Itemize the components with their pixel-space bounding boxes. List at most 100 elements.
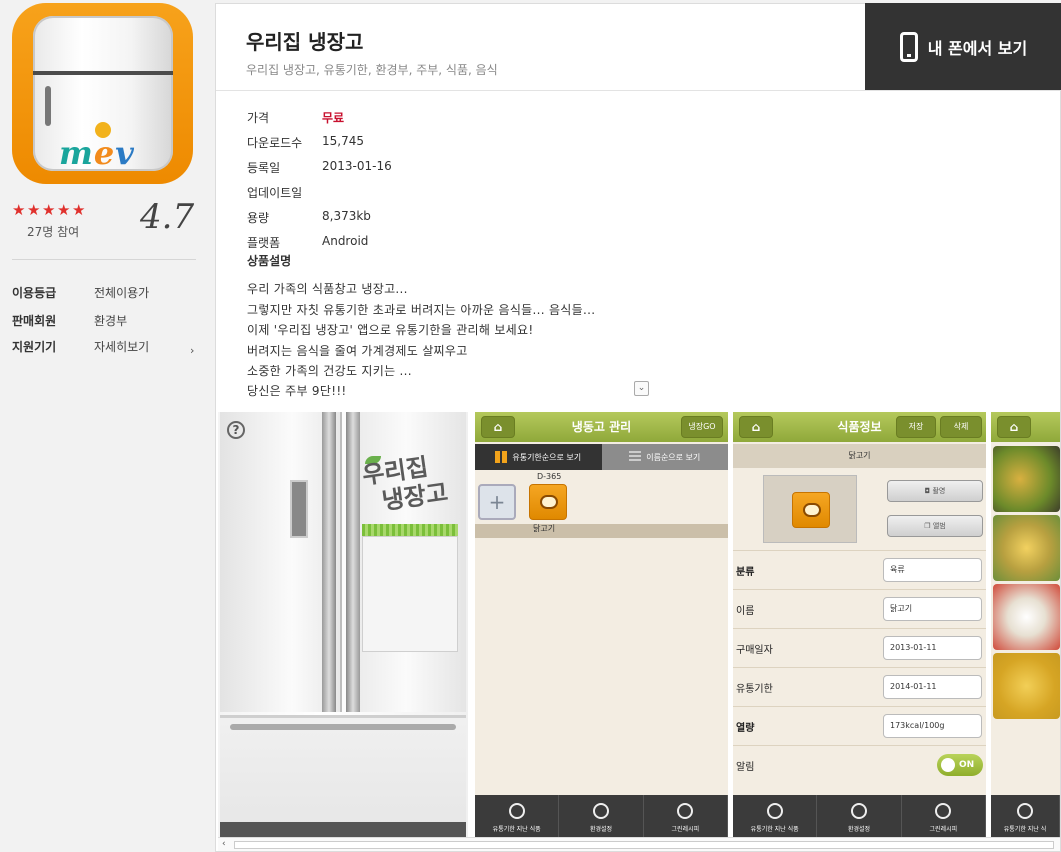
smartphone-icon bbox=[899, 32, 918, 62]
page-title: 우리집 냉장고 bbox=[246, 30, 364, 54]
save-button: 저장 bbox=[896, 416, 936, 438]
app-topbar: 식품정보 ⌂ 저장 삭제 bbox=[733, 412, 986, 442]
info-updated: 업데이트일 bbox=[247, 186, 303, 200]
dday-badge: D-365 bbox=[537, 472, 562, 481]
nav-expired: 유통기한 지난 식 bbox=[991, 795, 1060, 837]
form-row-expiry: 유통기한 2014-01-11 bbox=[733, 667, 986, 706]
rating-value: 4.7 bbox=[140, 197, 195, 237]
recipe-thumbnail bbox=[993, 584, 1060, 650]
nav-settings: 환경설정 bbox=[559, 795, 644, 837]
sort-tabs: 유통기한순으로 보기 이름순으로 보기 bbox=[475, 444, 728, 470]
screenshot-4[interactable]: ⌂ 유통기한 지난 식 bbox=[991, 412, 1060, 837]
app-topbar: ⌂ bbox=[991, 412, 1060, 442]
description-line: 버려지는 음식을 줄여 가계경제도 살찌우고 bbox=[247, 344, 468, 358]
door-panel bbox=[362, 536, 458, 652]
meta-row-seller: 판매회원 환경부 bbox=[12, 314, 128, 328]
info-registered: 등록일 2013-01-16 bbox=[247, 159, 392, 175]
description-line: 당신은 주부 9단!!! bbox=[247, 384, 347, 398]
app-bottom-nav: 유통기한 지난 식품 환경설정 그린레시피 bbox=[475, 795, 728, 837]
recipe-thumbnail bbox=[993, 446, 1060, 512]
chef-hat-icon bbox=[677, 803, 694, 819]
alert-toggle: ON bbox=[937, 754, 983, 776]
chicken-food-icon bbox=[792, 492, 830, 528]
info-platform: 플랫폼 Android bbox=[247, 234, 369, 250]
form-row-calories: 열량 173kcal/100g bbox=[733, 706, 986, 745]
nav-expired: 유통기한 지난 식품 bbox=[733, 795, 818, 837]
meta-row-devices[interactable]: 지원기기 자세히보기 bbox=[12, 338, 202, 355]
home-icon: ⌂ bbox=[997, 416, 1031, 438]
gear-icon bbox=[592, 803, 609, 819]
fridge-logo-icon: mev bbox=[33, 16, 173, 172]
home-icon: ⌂ bbox=[739, 416, 773, 438]
nav-recipes: 그린레시피 bbox=[644, 795, 728, 837]
screenshot-gallery[interactable]: 우리집 냉장고 ? 냉동고 관리 ⌂ 냉장GO 유통기한순으로 보기 이름순으로… bbox=[218, 412, 1060, 837]
description-line: 우리 가족의 식품창고 냉장고... bbox=[247, 282, 408, 296]
rating-participants: 27명 참여 bbox=[27, 225, 80, 239]
tab-name-sort: 이름순으로 보기 bbox=[601, 444, 728, 470]
food-photo bbox=[763, 475, 857, 543]
expand-description-button[interactable]: ⌄ bbox=[634, 381, 649, 396]
mev-brand: mev bbox=[59, 134, 135, 172]
scroll-track[interactable] bbox=[234, 841, 1054, 849]
star-icon: ★ bbox=[57, 201, 71, 219]
horizontal-scrollbar[interactable]: ‹ bbox=[218, 837, 1060, 851]
star-icon: ★ bbox=[42, 201, 56, 219]
description-line: 이제 '우리집 냉장고' 앱으로 유통기한을 관리해 보세요! bbox=[247, 323, 534, 337]
scroll-left-icon[interactable]: ‹ bbox=[222, 839, 226, 849]
device-details-link[interactable]: 자세히보기 bbox=[94, 338, 149, 355]
dispenser bbox=[290, 480, 308, 538]
album-icon: ❐ bbox=[924, 522, 933, 530]
view-on-phone-button[interactable]: 내 폰에서 보기 bbox=[865, 3, 1061, 91]
rating-stars: ★ ★ ★ ★ ★ bbox=[12, 203, 87, 218]
app-sidebar: mev ★ ★ ★ ★ ★ 27명 참여 4.7 이용등급 전체이용가 판매회원… bbox=[0, 0, 215, 852]
nav-expired: 유통기한 지난 식품 bbox=[475, 795, 560, 837]
screenshot-3[interactable]: 식품정보 ⌂ 저장 삭제 닭고기 ◘ 촬영 ❐ 앨범 분류육류 이름닭고기 bbox=[733, 412, 986, 837]
add-food-icon: + bbox=[478, 484, 516, 520]
description-line: 소중한 가족의 건강도 지키는 ... bbox=[247, 364, 412, 378]
form-row-alert: 알림 ON bbox=[733, 745, 986, 784]
nav-settings: 환경설정 bbox=[817, 795, 902, 837]
chicken-food-icon bbox=[529, 484, 567, 520]
chevron-right-icon[interactable]: › bbox=[190, 344, 194, 357]
description-heading: 상품설명 bbox=[247, 254, 292, 268]
meta-row-grade: 이용등급 전체이용가 bbox=[12, 286, 150, 300]
app-topbar: 냉동고 관리 ⌂ 냉장GO bbox=[475, 412, 728, 442]
star-icon: ★ bbox=[12, 201, 26, 219]
fridge-app-logo: 우리집 냉장고 bbox=[360, 452, 450, 516]
description-line: 그렇지만 자칫 유통기한 초과로 버려지는 아까운 음식들... 음식들... bbox=[247, 303, 596, 317]
food-title-bar: 닭고기 bbox=[733, 444, 986, 468]
freezer-drawer bbox=[220, 715, 466, 837]
info-size: 용량 8,373kb bbox=[247, 209, 371, 225]
chef-hat-icon bbox=[935, 803, 952, 819]
app-bottom-nav: 유통기한 지난 식품 환경설정 그린레시피 bbox=[733, 795, 986, 837]
help-icon: ? bbox=[227, 421, 245, 439]
form-row-purchase-date: 구매일자 2013-01-11 bbox=[733, 628, 986, 667]
grid-icon bbox=[495, 451, 508, 463]
home-icon: ⌂ bbox=[481, 416, 515, 438]
star-icon: ★ bbox=[72, 201, 86, 219]
expired-icon bbox=[766, 803, 783, 819]
fridge-go-button: 냉장GO bbox=[681, 416, 723, 438]
tab-expiry-sort: 유통기한순으로 보기 bbox=[475, 444, 602, 470]
info-downloads: 다운로드수 15,745 bbox=[247, 134, 364, 150]
recipe-thumbnail bbox=[993, 653, 1060, 719]
form-row-category: 분류 육류 bbox=[733, 550, 986, 589]
chevron-down-icon: ⌄ bbox=[637, 383, 646, 393]
divider bbox=[216, 90, 1061, 91]
screenshot-2[interactable]: 냉동고 관리 ⌂ 냉장GO 유통기한순으로 보기 이름순으로 보기 D-365 … bbox=[475, 412, 728, 837]
recipe-thumbnail bbox=[993, 515, 1060, 581]
gear-icon bbox=[850, 803, 867, 819]
info-price: 가격 무료 bbox=[247, 111, 345, 125]
app-detail-panel: 우리집 냉장고 우리집 냉장고, 유통기한, 환경부, 주부, 식품, 음식 내… bbox=[215, 3, 1061, 852]
screenshot-1[interactable]: 우리집 냉장고 ? bbox=[218, 412, 468, 837]
app-icon: mev bbox=[12, 3, 193, 184]
expired-icon bbox=[1017, 803, 1033, 819]
app-tags: 우리집 냉장고, 유통기한, 환경부, 주부, 식품, 음식 bbox=[246, 63, 498, 77]
delete-button: 삭제 bbox=[940, 416, 982, 438]
app-bottom-nav: 유통기한 지난 식 bbox=[991, 795, 1060, 837]
album-button: ❐ 앨범 bbox=[887, 515, 983, 537]
nav-recipes: 그린레시피 bbox=[902, 795, 986, 837]
food-label: 닭고기 bbox=[533, 524, 556, 533]
expired-icon bbox=[508, 803, 525, 819]
list-icon bbox=[629, 451, 642, 463]
